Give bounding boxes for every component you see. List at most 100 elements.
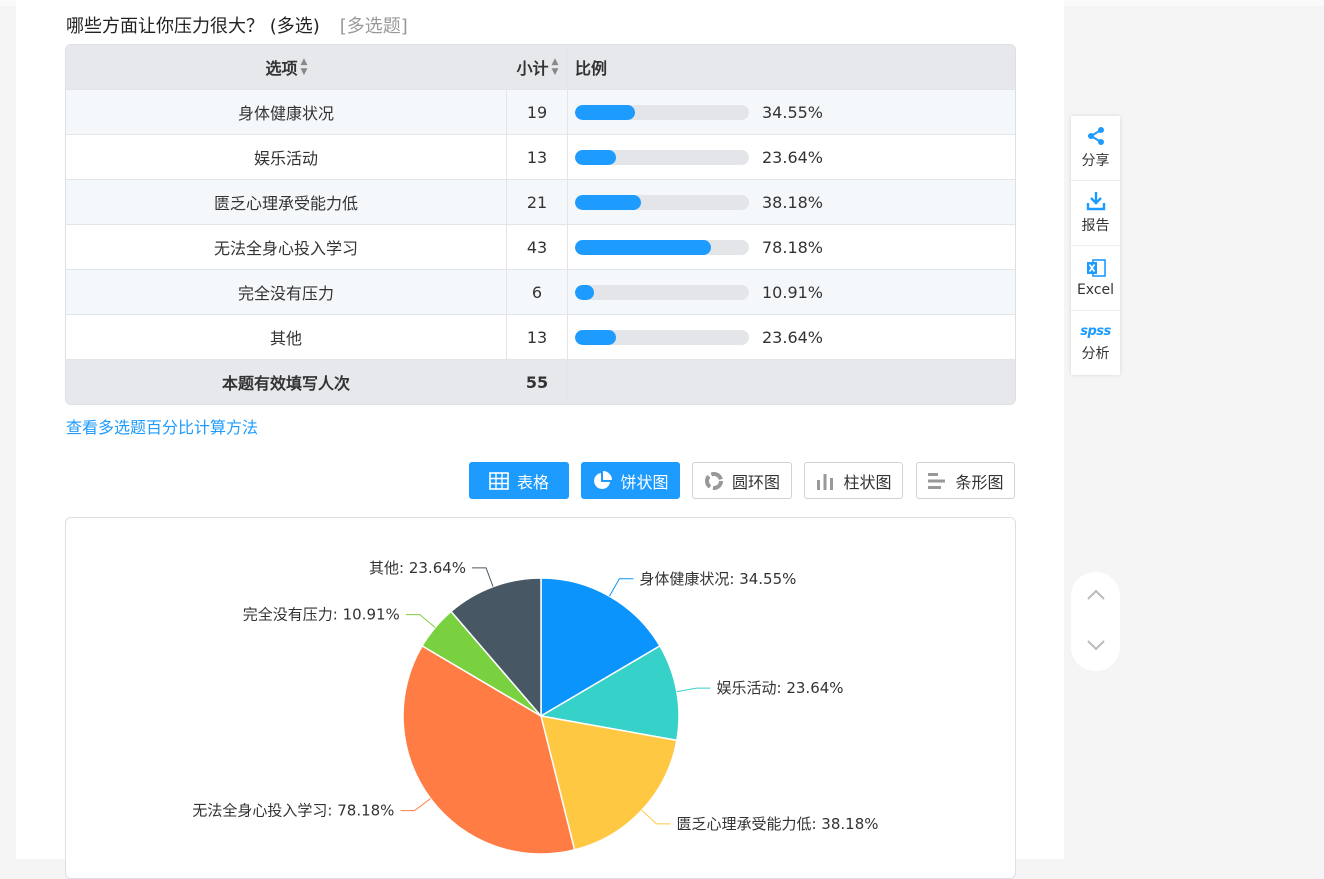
percent-text: 78.18% [762,237,824,257]
bar-icon [928,472,946,489]
ratio-bar [575,329,749,345]
header-count-label: 小计 [516,59,549,78]
column-icon [817,473,834,490]
percent-text: 34.55% [762,102,824,122]
percent-text: 23.64% [762,327,824,347]
ratio-cell: 78.18% [568,225,1015,269]
report-download-button[interactable]: 报告 [1071,181,1120,246]
analysis-label: 分析 [1081,345,1110,362]
table-row: 身体健康状况 19 34.55% [66,90,1015,135]
pie-view-label: 饼状图 [620,472,669,492]
pie-chart: 身体健康状况: 34.55% 娱乐活动: 23.64% 匮乏心理承受能力低: 38.… [192,559,879,855]
spss-icon: spss [1080,323,1111,339]
pie-label: 匮乏心理承受能力低: 38.18% [676,815,878,833]
ratio-cell: 10.91% [568,270,1015,314]
spss-analysis-button[interactable]: spss 分析 [1071,311,1120,375]
total-empty-cell [568,360,1015,404]
ratio-bar-fill [575,284,594,300]
ratio-bar-fill [575,239,712,255]
report-label: 报告 [1081,218,1110,234]
pie-label: 完全没有压力: 10.91% [243,606,400,624]
chevron-down-icon[interactable] [1085,637,1107,656]
side-toolbar: 分享 报告 Excel spss 分析 [1071,116,1120,375]
pie-label-line [405,614,436,628]
ratio-bar [575,239,749,255]
share-icon [1087,127,1104,145]
ratio-bar [575,194,749,210]
table-total-row: 本题有效填写人次 55 [66,360,1015,404]
table-icon [489,471,509,490]
ratio-bar-fill [575,329,617,345]
ratio-bar [575,149,749,165]
column-view-label: 柱状图 [843,472,892,492]
share-button[interactable]: 分享 [1071,116,1120,181]
option-cell: 完全没有压力 [66,270,507,314]
total-count: 55 [507,360,568,404]
table-row: 匮乏心理承受能力低 21 38.18% [66,180,1015,225]
count-cell: 13 [507,135,568,179]
pie-label: 身体健康状况: 34.55% [639,570,796,588]
sort-icon[interactable]: ▲ ▼ [301,57,308,77]
pie-chart-panel: 身体健康状况: 34.55% 娱乐活动: 23.64% 匮乏心理承受能力低: 38.… [65,517,1016,879]
pie-label-line [641,809,671,825]
count-cell: 21 [507,180,568,224]
count-cell: 6 [507,270,568,314]
option-cell: 无法全身心投入学习 [66,225,507,269]
excel-icon [1086,259,1106,277]
pie-label: 其他: 23.64% [369,559,466,577]
ratio-bar-fill [575,104,636,120]
ratio-cell: 38.18% [568,180,1015,224]
pie-label-line [676,687,711,693]
count-cell: 13 [507,315,568,359]
pie-label-line [400,798,431,812]
option-cell: 匮乏心理承受能力低 [66,180,507,224]
count-cell: 43 [507,225,568,269]
question-text: 哪些方面让你压力很大？ (多选) [66,16,320,37]
question-type-tag: [多选题] [339,16,408,37]
option-cell: 其他 [66,315,507,359]
count-cell: 19 [507,90,568,134]
percent-text: 38.18% [762,192,824,212]
header-option-label: 选项 [265,59,298,78]
ratio-bar [575,104,749,120]
percent-text: 10.91% [762,282,824,302]
table-row: 娱乐活动 13 23.64% [66,135,1015,180]
download-icon [1086,192,1105,211]
header-ratio-label: 比例 [575,59,608,78]
ratio-cell: 34.55% [568,90,1015,134]
pie-label: 无法全身心投入学习: 78.18% [192,802,394,820]
table-row: 完全没有压力 6 10.91% [66,270,1015,315]
table-row: 无法全身心投入学习 43 78.18% [66,225,1015,270]
ratio-bar-fill [575,194,642,210]
sort-icon[interactable]: ▲ ▼ [552,57,559,77]
excel-export-button[interactable]: Excel [1071,246,1120,311]
ring-view-label: 圆环图 [731,472,780,492]
ring-view-button[interactable]: 圆环图 [692,462,792,499]
bar-view-label: 条形图 [955,472,1004,492]
ratio-cell: 23.64% [568,315,1015,359]
pie-label-line [472,567,494,587]
pie-icon [594,470,613,489]
calc-method-link[interactable]: 查看多选题百分比计算方法 [66,414,258,438]
chevron-up-icon[interactable] [1085,587,1107,606]
ratio-bar [575,284,749,300]
scroll-nav [1071,572,1120,671]
results-table: 选项 ▲ ▼ 小计 ▲ ▼ 比例 身体健康状况 19 34.55% 娱乐活动 13 23… [65,44,1016,405]
header-count[interactable]: 小计 ▲ ▼ [507,45,568,89]
header-ratio: 比例 [568,45,1015,89]
option-cell: 娱乐活动 [66,135,507,179]
header-option[interactable]: 选项 ▲ ▼ [66,45,507,89]
question-title: 哪些方面让你压力很大？ (多选) [多选题] [66,12,408,38]
pie-view-button[interactable]: 饼状图 [581,462,680,499]
column-view-button[interactable]: 柱状图 [804,462,903,499]
table-view-label: 表格 [516,472,549,492]
option-cell: 身体健康状况 [66,90,507,134]
table-header-row: 选项 ▲ ▼ 小计 ▲ ▼ 比例 [66,45,1015,90]
pie-label: 娱乐活动: 23.64% [717,679,844,697]
share-label: 分享 [1081,153,1110,169]
bar-view-button[interactable]: 条形图 [916,462,1015,499]
table-view-button[interactable]: 表格 [469,462,569,499]
ratio-cell: 23.64% [568,135,1015,179]
ratio-bar-fill [575,149,617,165]
ring-icon [704,471,723,490]
